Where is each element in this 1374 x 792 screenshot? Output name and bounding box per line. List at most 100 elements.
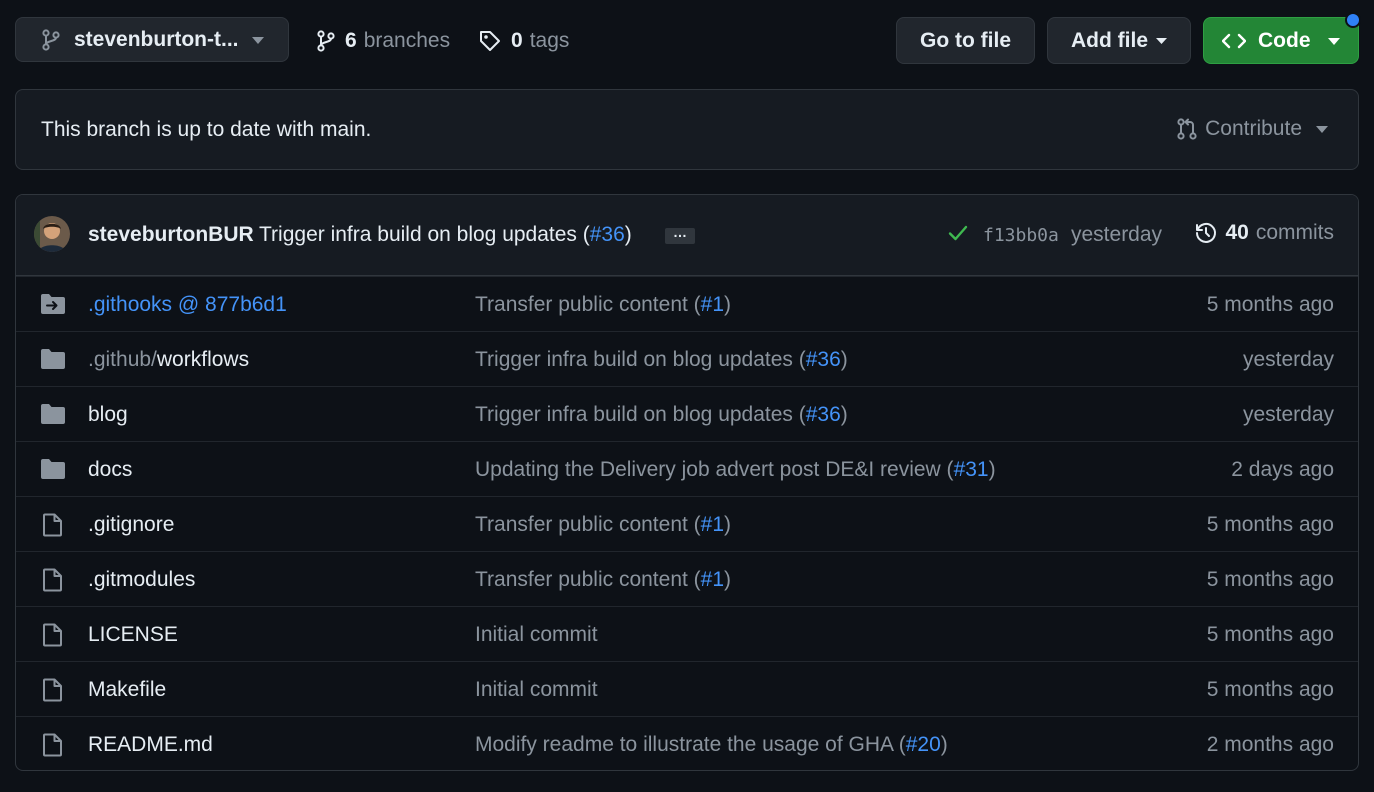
- caret-down-icon: [252, 37, 264, 44]
- branch-status-text: This branch is up to date with main.: [41, 118, 372, 141]
- file-icon: [40, 678, 66, 702]
- repo-toolbar: stevenburton-t... 6 branches 0 tags Go t…: [15, 12, 1361, 64]
- file-commit-message[interactable]: Modify readme to illustrate the usage of…: [475, 733, 948, 757]
- file-row[interactable]: .gitmodules Transfer public content (#1) 5…: [16, 551, 1358, 606]
- branch-select-button[interactable]: stevenburton-t...: [15, 17, 289, 62]
- file-name-link[interactable]: docs: [88, 458, 132, 482]
- pull-request-icon: [1177, 118, 1197, 140]
- add-file-button[interactable]: Add file: [1047, 17, 1191, 64]
- file-row[interactable]: blog Trigger infra build on blog updates …: [16, 386, 1358, 441]
- file-name: README.md: [88, 733, 213, 756]
- folder-icon: [40, 458, 66, 480]
- tags-label: tags: [529, 28, 570, 52]
- contribute-label: Contribute: [1205, 117, 1302, 140]
- file-name-link[interactable]: .github/workflows: [88, 348, 249, 372]
- file-commit-message[interactable]: Trigger infra build on blog updates (#36…: [475, 348, 848, 372]
- tags-count: 0: [511, 28, 523, 52]
- history-icon: [1194, 221, 1218, 245]
- submodule-folder-icon: [40, 293, 66, 315]
- commit-date: yesterday: [1071, 223, 1163, 246]
- commit-message-text: Trigger infra build on blog updates (: [259, 223, 590, 246]
- file-commit-text: Transfer public content (: [475, 513, 701, 536]
- file-commit-pr-link[interactable]: #1: [701, 568, 724, 591]
- file-row[interactable]: .github/workflows Trigger infra build on …: [16, 331, 1358, 386]
- commit-history-link[interactable]: 40 commits: [1194, 221, 1334, 245]
- file-commit-message[interactable]: Initial commit: [475, 678, 598, 702]
- file-commit-date: 2 days ago: [1231, 458, 1334, 481]
- file-commit-pr-link[interactable]: #20: [906, 733, 941, 756]
- caret-down-icon: [1156, 37, 1167, 44]
- file-commit-date: yesterday: [1242, 348, 1334, 371]
- file-commit-message[interactable]: Transfer public content (#1): [475, 568, 731, 592]
- file-commit-message[interactable]: Transfer public content (#1): [475, 293, 731, 317]
- file-commit-date: 5 months ago: [1206, 293, 1334, 316]
- file-name: LICENSE: [88, 623, 178, 646]
- file-name: Makefile: [88, 678, 167, 701]
- file-name: docs: [88, 458, 133, 481]
- file-commit-pr-link[interactable]: #1: [701, 513, 724, 536]
- commit-author[interactable]: steveburtonBUR: [88, 223, 254, 247]
- file-icon: [40, 513, 66, 537]
- file-commit-pr-link[interactable]: #1: [701, 293, 724, 316]
- file-commit-paren: ): [940, 733, 948, 756]
- file-name-link[interactable]: Makefile: [88, 678, 166, 702]
- notification-dot: [1345, 12, 1361, 28]
- file-commit-paren: ): [988, 458, 996, 481]
- caret-down-icon: [1316, 125, 1328, 133]
- file-commit-date: 2 months ago: [1206, 733, 1334, 756]
- file-commit-message[interactable]: Updating the Delivery job advert post DE…: [475, 458, 996, 482]
- tags-link[interactable]: 0 tags: [479, 17, 569, 64]
- file-icon: [40, 568, 66, 592]
- file-commit-text: Trigger infra build on blog updates (: [475, 348, 806, 371]
- file-name-link[interactable]: LICENSE: [88, 623, 178, 647]
- file-commit-date: yesterday: [1242, 403, 1334, 426]
- go-to-file-button[interactable]: Go to file: [896, 17, 1035, 64]
- file-row[interactable]: Makefile Initial commit 5 months ago: [16, 661, 1358, 716]
- file-icon: [40, 733, 66, 757]
- commit-sha[interactable]: f13bb0a: [983, 225, 1059, 246]
- file-name-link[interactable]: .githooks @ 877b6d1: [88, 293, 287, 317]
- file-commit-date: 5 months ago: [1206, 513, 1334, 536]
- commit-message[interactable]: Trigger infra build on blog updates (#36…: [259, 223, 632, 247]
- file-commit-text: Updating the Delivery job advert post DE…: [475, 458, 954, 481]
- go-to-file-label: Go to file: [920, 28, 1011, 52]
- file-name: .gitignore: [88, 513, 175, 536]
- file-row[interactable]: .githooks @ 877b6d1 Transfer public conte…: [16, 276, 1358, 331]
- file-commit-text: Transfer public content (: [475, 293, 701, 316]
- branch-status-box: This branch is up to date with main. Con…: [15, 89, 1359, 170]
- caret-down-icon: [1328, 38, 1340, 45]
- git-branch-icon: [42, 28, 60, 51]
- commit-message-end: ): [624, 223, 632, 246]
- file-commit-text: Initial commit: [475, 678, 598, 701]
- file-name-prefix: .github/: [88, 348, 157, 371]
- commits-count: 40: [1225, 221, 1249, 244]
- file-commit-paren: ): [724, 568, 732, 591]
- file-row[interactable]: docs Updating the Delivery job advert pos…: [16, 441, 1358, 496]
- avatar[interactable]: [34, 216, 70, 252]
- file-name: workflows: [156, 348, 250, 371]
- file-commit-message[interactable]: Trigger infra build on blog updates (#36…: [475, 403, 848, 427]
- file-name-link[interactable]: blog: [88, 403, 128, 427]
- file-name-link[interactable]: .gitmodules: [88, 568, 195, 592]
- tag-icon: [479, 30, 501, 52]
- file-commit-message[interactable]: Transfer public content (#1): [475, 513, 731, 537]
- file-row[interactable]: .gitignore Transfer public content (#1) 5 …: [16, 496, 1358, 551]
- code-button[interactable]: Code: [1203, 12, 1361, 64]
- file-icon: [40, 623, 66, 647]
- file-row[interactable]: LICENSE Initial commit 5 months ago: [16, 606, 1358, 661]
- file-commit-pr-link[interactable]: #36: [806, 348, 841, 371]
- expand-commit-button[interactable]: …: [665, 225, 695, 244]
- contribute-button[interactable]: Contribute: [1177, 117, 1328, 141]
- file-row[interactable]: README.md Modify readme to illustrate the…: [16, 716, 1358, 770]
- check-icon[interactable]: [948, 225, 968, 241]
- file-commit-message[interactable]: Initial commit: [475, 623, 598, 647]
- file-name-link[interactable]: README.md: [88, 733, 213, 757]
- file-commit-pr-link[interactable]: #31: [954, 458, 989, 481]
- file-commit-paren: ): [840, 403, 848, 426]
- commit-pr-link[interactable]: #36: [590, 223, 625, 246]
- file-commit-text: Modify readme to illustrate the usage of…: [475, 733, 906, 756]
- file-commit-text: Transfer public content (: [475, 568, 701, 591]
- file-commit-pr-link[interactable]: #36: [806, 403, 841, 426]
- branches-link[interactable]: 6 branches: [317, 17, 450, 64]
- file-name-link[interactable]: .gitignore: [88, 513, 174, 537]
